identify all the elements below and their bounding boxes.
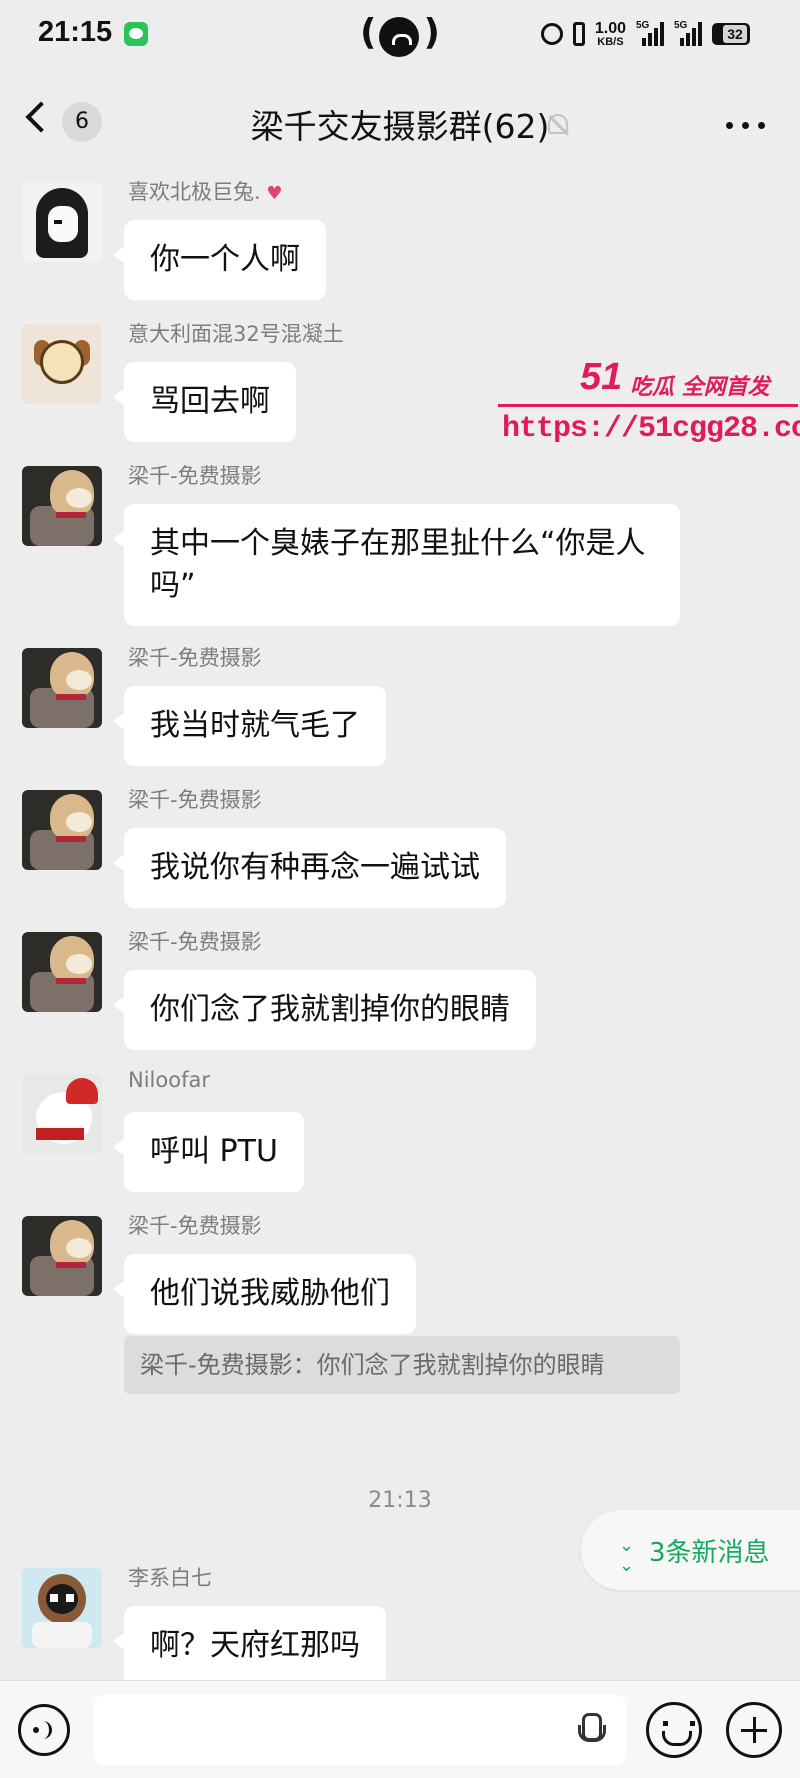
status-bar: 21:15 () 1.00 KB/S 5G 5G 32 (0, 0, 800, 70)
watermark: 51 吃瓜 全网首发 https://51cgg28.com (498, 356, 800, 456)
dog-avatar[interactable] (22, 932, 102, 1012)
message-bubble[interactable]: 呼叫 PTU (113, 1112, 304, 1192)
status-time: 21:15 (38, 16, 113, 48)
sender-name: 意大利面混32号混凝土 (128, 322, 344, 346)
sender-name: 梁千-免费摄影 (128, 464, 262, 488)
wechat-notification-icon (124, 22, 148, 46)
sender-name: 喜欢北极巨兔. ♥ (128, 180, 283, 204)
input-bar (0, 1680, 800, 1778)
message-bubble[interactable]: 骂回去啊 (113, 362, 296, 442)
chat-title: 梁千交友摄影群(62) (250, 107, 550, 146)
emoji-icon[interactable] (646, 1702, 702, 1758)
santa-dog-avatar[interactable] (22, 1074, 102, 1154)
sender-name: Niloofar (128, 1068, 210, 1092)
voice-icon[interactable] (18, 1704, 70, 1756)
sender-name: 梁千-免费摄影 (128, 646, 262, 670)
sender-name: 梁千-免费摄影 (128, 1214, 262, 1238)
message-bubble[interactable]: 其中一个臭婊子在那里扯什么“你是人吗” (113, 504, 680, 626)
message-input[interactable] (94, 1695, 626, 1765)
watermark-url: https://51cgg28.com (502, 412, 800, 446)
mic-icon[interactable] (578, 1713, 606, 1747)
sender-name: 李系白七 (128, 1566, 212, 1590)
new-messages-button[interactable]: ⌄ ⌄ 3条新消息 (581, 1510, 800, 1590)
sender-name: 梁千-免费摄影 (128, 930, 262, 954)
chat-header: 6 梁千交友摄影群(62) (0, 70, 800, 178)
message-bubble[interactable]: 我当时就气毛了 (113, 686, 386, 766)
dynamic-island-icon: () (360, 12, 440, 57)
alarm-icon (540, 23, 563, 45)
message-bubble[interactable]: 我说你有种再念一遍试试 (113, 828, 506, 908)
sender-name: 梁千-免费摄影 (128, 788, 262, 812)
puppy-avatar[interactable] (22, 324, 102, 404)
chevron-down-icon: ⌄ ⌄ (619, 1535, 635, 1576)
signal-icon: 5G (636, 20, 664, 46)
mute-bell-icon (548, 114, 568, 134)
dog-avatar[interactable] (22, 790, 102, 870)
quoted-message[interactable]: 梁千-免费摄影：你们念了我就割掉你的眼睛 (124, 1336, 680, 1394)
cartoon-avatar[interactable] (22, 1568, 102, 1648)
plus-icon[interactable] (726, 1702, 782, 1758)
watermark-logo: 51 (580, 356, 623, 398)
dog-avatar[interactable] (22, 648, 102, 728)
message-bubble[interactable]: 你们念了我就割掉你的眼睛 (113, 970, 536, 1050)
network-speed: 1.00 KB/S (594, 19, 626, 48)
battery-icon: 32 (712, 23, 750, 45)
new-messages-label: 3条新消息 (649, 1538, 770, 1568)
vibrate-icon (572, 22, 585, 46)
watermark-divider (498, 404, 798, 407)
watermark-tagline: 吃瓜 全网首发 (630, 375, 770, 400)
more-icon[interactable] (726, 122, 766, 130)
message-bubble[interactable]: 他们说我威胁他们 (113, 1254, 416, 1334)
dog-avatar[interactable] (22, 1216, 102, 1296)
anime-girl-avatar[interactable] (22, 182, 102, 262)
message-bubble[interactable]: 你一个人啊 (113, 220, 326, 300)
status-icons: 1.00 KB/S 5G 5G 32 (540, 18, 750, 50)
signal-icon: 5G (674, 20, 702, 46)
message-bubble[interactable]: 啊？天府红那吗 (113, 1606, 386, 1680)
dog-avatar[interactable] (22, 466, 102, 546)
